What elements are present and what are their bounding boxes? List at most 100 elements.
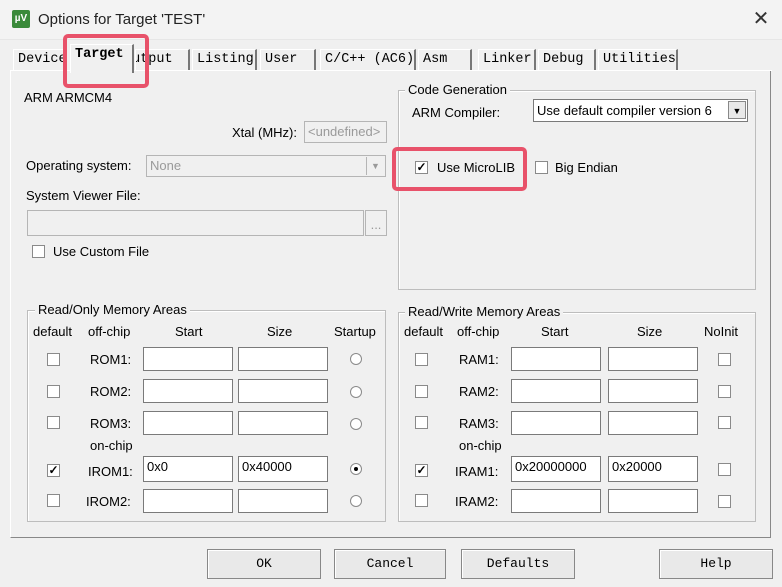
svf-input[interactable] [27,210,364,236]
tab-label: Debug [543,52,584,67]
help-button[interactable]: Help [659,549,773,579]
rom-header-start: Start [175,324,203,339]
iram1-start-input[interactable]: 0x20000000 [511,456,601,482]
iram1-size-input[interactable]: 0x20000 [608,456,698,482]
ram3-noinit-checkbox[interactable] [718,416,731,429]
tab-label: Linker [483,52,532,67]
rom3-size-input[interactable] [238,411,328,435]
tab-label: C/C++ (AC6) [325,52,415,67]
rom3-default-checkbox[interactable] [47,416,60,429]
compiler-select[interactable]: Use default compiler version 6 ▼ [533,99,748,122]
irom2-label: IROM2: [86,494,131,509]
tab-utilities[interactable]: Utilities [598,49,678,71]
ram1-noinit-checkbox[interactable] [718,353,731,366]
ram-header-noinit: NoInit [704,324,738,339]
keil-app-icon: µV [12,10,30,28]
tab-asm[interactable]: Asm [418,49,472,71]
tab-c-cpp[interactable]: C/C++ (AC6) [320,49,416,71]
ram-areas-title: Read/Write Memory Areas [405,304,564,319]
xtal-input[interactable]: <undefined> [304,121,387,143]
tab-user[interactable]: User [260,49,316,71]
irom1-label: IROM1: [88,464,133,479]
chevron-down-icon: ▼ [728,101,746,119]
ram3-default-checkbox[interactable] [415,416,428,429]
irom1-start-input[interactable]: 0x0 [143,456,233,482]
tab-device[interactable]: Device [13,49,65,71]
rom1-startup-radio[interactable] [350,353,362,365]
iram2-noinit-checkbox[interactable] [718,495,731,508]
ram-header-start: Start [541,324,569,339]
ram2-default-checkbox[interactable] [415,385,428,398]
rom-header-offchip: off-chip [88,324,131,339]
rom2-label: ROM2: [90,384,132,399]
irom1-startup-radio[interactable] [350,463,362,475]
big-endian-label: Big Endian [555,160,618,175]
iram1-label: IRAM1: [455,464,499,479]
xtal-label: Xtal (MHz): [232,125,297,140]
rom-header-default: default [33,324,73,339]
irom2-default-checkbox[interactable] [47,494,60,507]
irom1-size-input[interactable]: 0x40000 [238,456,328,482]
rom-onchip-label: on-chip [90,438,133,453]
iram1-noinit-checkbox[interactable] [718,463,731,476]
ram1-size-input[interactable] [608,347,698,371]
rom2-size-input[interactable] [238,379,328,403]
irom2-start-input[interactable] [143,489,233,513]
tab-label: Device [18,52,65,67]
tab-listing[interactable]: Listing [192,49,257,71]
cancel-button[interactable]: Cancel [334,549,446,579]
big-endian-checkbox[interactable] [535,161,548,174]
browse-button[interactable]: ... [365,210,387,236]
rom-header-size: Size [267,324,293,339]
iram2-start-input[interactable] [511,489,601,513]
ram-header-default: default [404,324,444,339]
iram2-default-checkbox[interactable] [415,494,428,507]
ram1-start-input[interactable] [511,347,601,371]
ram2-label: RAM2: [459,384,499,399]
compiler-select-value: Use default compiler version 6 [537,103,712,118]
tab-label: Asm [423,52,448,67]
os-label: Operating system: [26,158,132,173]
ram2-noinit-checkbox[interactable] [718,385,731,398]
rom1-default-checkbox[interactable] [47,353,60,366]
irom1-default-checkbox[interactable]: ✓ [47,464,60,477]
close-icon[interactable]: ✕ [748,6,774,32]
rom1-start-input[interactable] [143,347,233,371]
tab-linker[interactable]: Linker [478,49,536,71]
tab-debug[interactable]: Debug [538,49,596,71]
ram1-default-checkbox[interactable] [415,353,428,366]
ram3-label: RAM3: [459,416,499,431]
custom-file-label: Use Custom File [53,244,150,259]
window-title: Options for Target 'TEST' [38,11,206,28]
irom2-size-input[interactable] [238,489,328,513]
ok-button[interactable]: OK [207,549,321,579]
defaults-button[interactable]: Defaults [461,549,575,579]
ram1-label: RAM1: [459,352,499,367]
iram1-default-checkbox[interactable]: ✓ [415,464,428,477]
rom2-default-checkbox[interactable] [47,385,60,398]
ram2-start-input[interactable] [511,379,601,403]
ram3-start-input[interactable] [511,411,601,435]
rom1-label: ROM1: [90,352,132,367]
os-select-value: None [150,158,182,173]
os-select[interactable]: None ▼ [146,155,386,177]
rom2-startup-radio[interactable] [350,386,362,398]
tab-label: User [265,52,298,67]
ram2-size-input[interactable] [608,379,698,403]
code-generation-title: Code Generation [405,82,511,97]
rom1-size-input[interactable] [238,347,328,371]
svf-label: System Viewer File: [26,188,141,203]
tab-label: Utilities [603,52,676,67]
iram2-size-input[interactable] [608,489,698,513]
irom2-startup-radio[interactable] [350,495,362,507]
rom2-start-input[interactable] [143,379,233,403]
rom3-start-input[interactable] [143,411,233,435]
tab-label: Listing [197,52,254,67]
ram3-size-input[interactable] [608,411,698,435]
rom3-startup-radio[interactable] [350,418,362,430]
custom-file-checkbox[interactable] [32,245,45,258]
rom-areas-title: Read/Only Memory Areas [35,302,190,317]
device-name: ARM ARMCM4 [24,90,113,105]
iram2-label: IRAM2: [455,494,499,509]
ram-onchip-label: on-chip [459,438,502,453]
